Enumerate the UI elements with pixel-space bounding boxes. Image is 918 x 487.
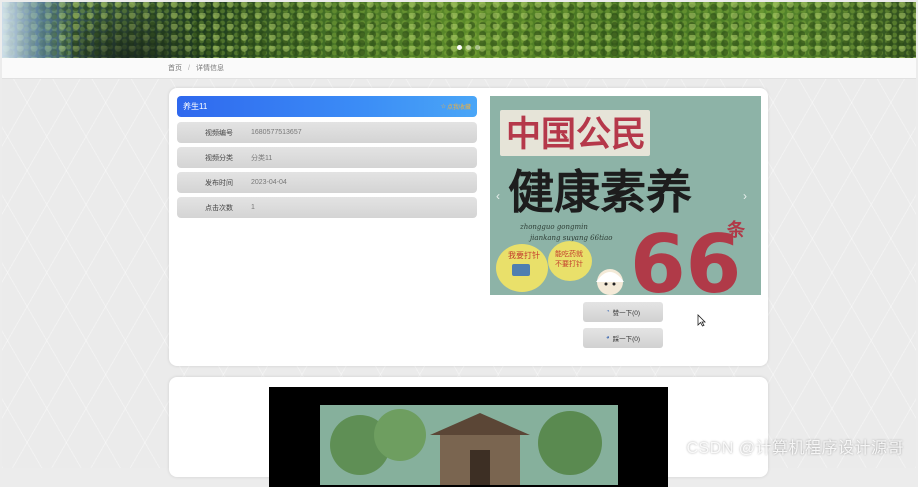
video-card: [169, 377, 768, 487]
thumbs-up-icon: ◔: [605, 309, 610, 315]
cover-next-arrow[interactable]: ›: [739, 188, 751, 204]
field-label: 点击次数: [205, 204, 233, 212]
star-icon: ☆: [440, 104, 446, 110]
like-label: 赞一下(0): [612, 310, 641, 317]
cover-bubble-2a: 能吃药就: [555, 249, 583, 258]
field-row-video-id: 视频编号 1680577513657: [177, 122, 477, 143]
favorite-button[interactable]: ☆ 点我收藏: [441, 102, 471, 111]
like-button[interactable]: ◔ 赞一下(0): [583, 302, 663, 322]
cover-number-suffix: 条: [726, 219, 746, 241]
cover-image: 中国公民 健康素养 zhongguo gongmin jiankang suya…: [490, 96, 761, 295]
video-player[interactable]: [269, 387, 668, 487]
carousel-dot-2[interactable]: [466, 45, 471, 50]
thumbs-down-icon: ◕: [605, 335, 610, 341]
field-value: 1680577513657: [251, 129, 302, 136]
rock-image-area: [72, 2, 212, 58]
cover-pinyin-1: zhongguo gongmin: [519, 223, 588, 231]
cover-pinyin-2: jiankang suyang 66tiao: [528, 234, 613, 242]
cover-title-line1: 中国公民: [506, 115, 646, 155]
carousel-dot-1[interactable]: [457, 45, 462, 50]
detail-title-bar: 养生11 ☆ 点我收藏: [177, 96, 477, 117]
cover-prev-arrow[interactable]: ‹: [492, 188, 504, 204]
breadcrumb-current: 详情信息: [195, 65, 224, 72]
field-row-click-count: 点击次数 1: [177, 197, 477, 218]
carousel-dot-3[interactable]: [475, 45, 480, 50]
waterfall-image-area: [2, 2, 72, 58]
csdn-watermark: CSDN @计算机程序设计源哥: [686, 440, 904, 457]
cover-bubble-1: 我要打针: [508, 250, 540, 260]
video-title: 养生11: [183, 102, 208, 111]
cover-title-line2: 健康素养: [508, 165, 692, 219]
field-row-category: 视频分类 分类11: [177, 147, 477, 168]
field-value: 1: [251, 204, 255, 211]
banner-carousel[interactable]: [2, 2, 916, 58]
breadcrumb: 首页 / 详情信息: [2, 58, 916, 79]
breadcrumb-separator: /: [188, 64, 190, 72]
video-frame-image: [320, 405, 618, 485]
cover-bubble-2b: 不要打针: [555, 259, 583, 268]
field-label: 发布时间: [205, 179, 233, 187]
favorite-label: 点我收藏: [446, 105, 471, 111]
video-frame: [320, 405, 618, 485]
mouse-cursor-icon: [697, 314, 706, 327]
field-row-publish-date: 发布时间 2023-04-04: [177, 172, 477, 193]
field-label: 视频编号: [205, 129, 233, 137]
field-value: 2023-04-04: [251, 179, 287, 186]
cover-number: 66: [630, 218, 741, 295]
field-label: 视频分类: [205, 154, 233, 162]
cover-image-carousel[interactable]: 中国公民 健康素养 zhongguo gongmin jiankang suya…: [490, 96, 761, 295]
breadcrumb-home[interactable]: 首页: [168, 63, 182, 73]
dislike-label: 踩一下(0): [612, 336, 641, 343]
field-value: 分类11: [251, 154, 273, 162]
carousel-indicators: [457, 45, 480, 50]
dislike-button[interactable]: ◕ 踩一下(0): [583, 328, 663, 348]
detail-card: 养生11 ☆ 点我收藏 视频编号 1680577513657 视频分类 分类11…: [169, 88, 768, 366]
